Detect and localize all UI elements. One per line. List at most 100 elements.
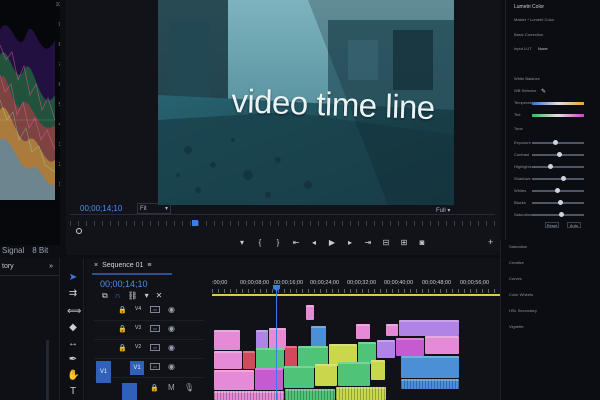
play-icon[interactable]: ▶ bbox=[328, 238, 336, 247]
program-playhead[interactable] bbox=[192, 220, 198, 226]
highlights-slider[interactable] bbox=[532, 164, 584, 169]
button-editor-plus-icon[interactable]: + bbox=[488, 237, 493, 247]
eye-icon[interactable]: ◉ bbox=[168, 362, 175, 371]
saturation-slider[interactable] bbox=[532, 212, 584, 217]
clip[interactable] bbox=[377, 340, 395, 358]
white-balance-header[interactable]: White Balance bbox=[514, 76, 540, 81]
auto-button[interactable]: Auto bbox=[567, 222, 581, 228]
clip[interactable] bbox=[386, 324, 398, 336]
program-scrubber[interactable] bbox=[70, 214, 495, 234]
clip[interactable] bbox=[255, 368, 283, 390]
eye-icon[interactable]: ◉ bbox=[168, 305, 175, 314]
lumetri-section-vignette[interactable]: Vignette bbox=[509, 324, 524, 329]
work-area-bar[interactable] bbox=[212, 294, 500, 296]
clip[interactable] bbox=[356, 324, 370, 339]
zoom-level-select[interactable]: Fit ▾ bbox=[137, 203, 171, 214]
step-forward-icon[interactable]: ▸ bbox=[346, 238, 354, 247]
clip[interactable] bbox=[399, 320, 459, 336]
shadows-slider[interactable] bbox=[532, 176, 584, 181]
hand-tool-icon[interactable]: ✋ bbox=[67, 370, 79, 382]
wrench-icon[interactable]: ✕ bbox=[156, 291, 163, 301]
playback-resolution-select[interactable]: Full ▾ bbox=[436, 207, 450, 214]
tone-header[interactable]: Tone bbox=[514, 126, 523, 131]
sync-lock-icon[interactable]: ▭ bbox=[150, 306, 160, 313]
project-scrollbar[interactable] bbox=[46, 340, 49, 400]
blacks-slider[interactable] bbox=[532, 200, 584, 205]
in-point-marker[interactable] bbox=[76, 228, 82, 234]
ripple-edit-tool-icon[interactable]: ⟺ bbox=[67, 306, 81, 318]
clip[interactable] bbox=[269, 328, 286, 350]
lock-icon[interactable]: 🔒 bbox=[118, 344, 127, 352]
lumetri-section-saturation[interactable]: Saturation bbox=[509, 244, 527, 249]
clip[interactable] bbox=[315, 364, 337, 386]
panel-overflow-icon[interactable]: » bbox=[49, 263, 53, 270]
timeline-ruler[interactable]: :00;00 00;00;08;00 00;00;16;00 00;00;24;… bbox=[212, 278, 500, 300]
lock-icon[interactable]: 🔒 bbox=[150, 384, 159, 392]
clip[interactable] bbox=[306, 305, 314, 320]
clip[interactable] bbox=[371, 360, 385, 380]
panel-menu-icon[interactable]: ≡ bbox=[147, 262, 151, 269]
audio-clip[interactable] bbox=[336, 387, 386, 400]
whites-slider[interactable] bbox=[532, 188, 584, 193]
lift-icon[interactable]: ⊟ bbox=[382, 238, 390, 247]
sequence-timecode[interactable]: 00;00;14;10 bbox=[100, 279, 148, 289]
lumetri-section-color-wheels[interactable]: Color Wheels bbox=[509, 292, 533, 297]
type-tool-icon[interactable]: T bbox=[67, 386, 79, 398]
reset-button[interactable]: Reset bbox=[545, 222, 559, 228]
mic-icon[interactable]: 🎙 bbox=[184, 383, 194, 392]
add-marker-icon[interactable]: ▾ bbox=[238, 238, 246, 247]
clip[interactable] bbox=[214, 330, 240, 350]
clip[interactable] bbox=[214, 351, 242, 369]
lumetri-section-creative[interactable]: Creative bbox=[509, 260, 524, 265]
contrast-slider[interactable] bbox=[532, 152, 584, 157]
audio-clip[interactable] bbox=[285, 389, 335, 400]
input-lut-select[interactable]: None bbox=[538, 46, 548, 51]
clip[interactable] bbox=[311, 326, 326, 348]
basic-correction-header[interactable]: Basic Correction bbox=[514, 32, 543, 37]
sync-lock-icon[interactable]: ▭ bbox=[150, 363, 160, 370]
mark-out-icon[interactable]: } bbox=[274, 238, 282, 247]
extract-icon[interactable]: ⊞ bbox=[400, 238, 408, 247]
clip[interactable] bbox=[214, 370, 254, 390]
sequence-tab[interactable]: × Sequence 01 ≡ bbox=[94, 262, 151, 269]
lock-icon[interactable]: 🔒 bbox=[118, 325, 127, 333]
razor-tool-icon[interactable]: ◆ bbox=[67, 322, 79, 334]
project-panel-title[interactable]: tory bbox=[2, 263, 14, 270]
clip[interactable] bbox=[425, 336, 459, 354]
lumetri-section-hsl[interactable]: HSL Secondary bbox=[509, 308, 537, 313]
mark-in-icon[interactable]: { bbox=[256, 238, 264, 247]
clip[interactable] bbox=[256, 330, 268, 350]
selection-tool-icon[interactable]: ➤ bbox=[67, 272, 79, 284]
go-to-out-icon[interactable]: ⇥ bbox=[364, 238, 372, 247]
exposure-slider[interactable] bbox=[532, 140, 584, 145]
track-target-v1[interactable]: V1 bbox=[130, 361, 144, 375]
audio-clip[interactable] bbox=[401, 379, 459, 389]
lumetri-clip-tab[interactable]: Master * Lumetri Color bbox=[514, 17, 554, 22]
sequence-tab-close[interactable]: × bbox=[94, 262, 98, 269]
slip-tool-icon[interactable]: ↔ bbox=[67, 338, 79, 350]
camera-icon[interactable]: ◙ bbox=[418, 238, 426, 247]
clip[interactable] bbox=[256, 348, 284, 369]
snap-icon[interactable]: ∩ bbox=[115, 291, 121, 301]
lock-icon[interactable]: 🔒 bbox=[118, 306, 127, 314]
eye-icon[interactable]: ◉ bbox=[168, 324, 175, 333]
clip[interactable] bbox=[284, 366, 314, 388]
step-back-icon[interactable]: ◂ bbox=[310, 238, 318, 247]
go-to-in-icon[interactable]: ⇤ bbox=[292, 238, 300, 247]
clip[interactable] bbox=[396, 338, 424, 356]
sync-lock-icon[interactable]: ▭ bbox=[150, 325, 160, 332]
mute-icon[interactable]: M bbox=[168, 383, 175, 392]
clip[interactable] bbox=[243, 351, 255, 369]
tint-slider[interactable] bbox=[532, 114, 584, 117]
clip[interactable] bbox=[338, 362, 370, 386]
lumetri-section-curves[interactable]: Curves bbox=[509, 276, 522, 281]
audio-clip[interactable] bbox=[214, 391, 284, 400]
clip[interactable] bbox=[401, 356, 459, 378]
sync-lock-icon[interactable]: ▭ bbox=[150, 344, 160, 351]
eyedropper-icon[interactable]: ✎ bbox=[541, 88, 546, 95]
nest-icon[interactable]: ⧉ bbox=[102, 291, 108, 301]
pen-tool-icon[interactable]: ✒ bbox=[67, 354, 79, 366]
add-marker-icon[interactable]: ▾ bbox=[145, 291, 149, 301]
eye-icon[interactable]: ◉ bbox=[168, 343, 175, 352]
timeline-playhead-line[interactable] bbox=[276, 286, 277, 400]
